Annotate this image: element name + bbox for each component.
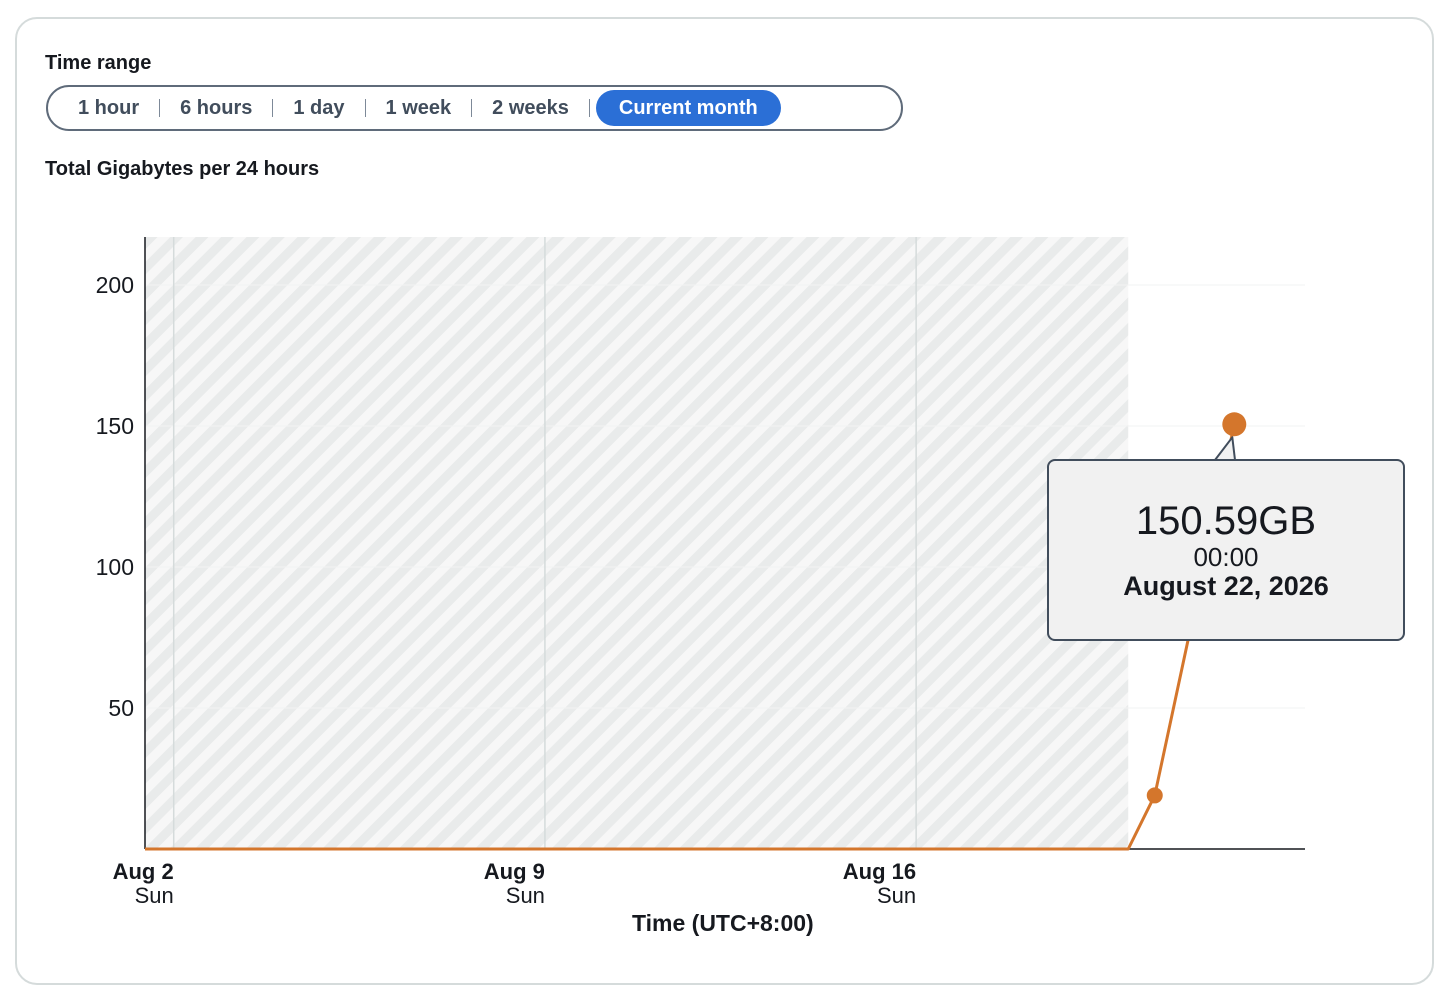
y-tick-label: 100 xyxy=(96,554,134,580)
data-point xyxy=(1146,787,1163,804)
data-point-tooltip: 150.59GB 00:00 August 22, 2026 xyxy=(1047,459,1405,641)
x-axis-title: Time (UTC+8:00) xyxy=(632,910,814,936)
y-tick-label: 50 xyxy=(108,695,134,721)
tooltip-date: August 22, 2026 xyxy=(1123,571,1329,601)
tooltip-time: 00:00 xyxy=(1193,542,1259,572)
x-tick-label: Aug 16 xyxy=(843,859,916,884)
x-tick-sublabel: Sun xyxy=(135,883,174,908)
y-tick-label: 150 xyxy=(96,413,134,439)
y-tick-label: 200 xyxy=(96,272,134,298)
x-tick-sublabel: Sun xyxy=(506,883,545,908)
highlighted-data-point xyxy=(1222,412,1247,437)
x-tick-label: Aug 2 xyxy=(113,859,174,884)
tooltip-value: 150.59GB xyxy=(1135,499,1317,543)
x-tick-label: Aug 9 xyxy=(484,859,545,884)
x-tick-sublabel: Sun xyxy=(877,883,916,908)
no-data-region xyxy=(145,237,1129,849)
tooltip-pointer xyxy=(1214,436,1236,461)
